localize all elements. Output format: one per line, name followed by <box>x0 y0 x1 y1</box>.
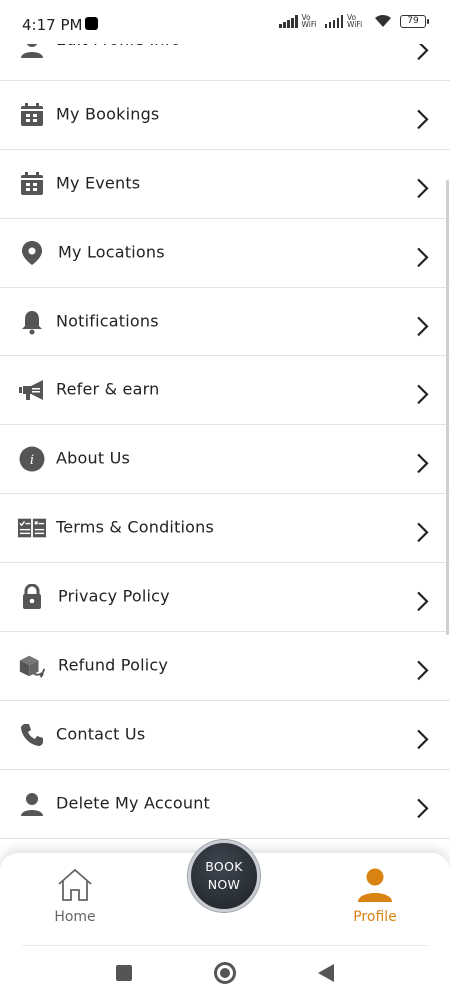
bell-icon <box>18 308 46 336</box>
phone-icon <box>18 721 46 749</box>
menu-item-label: Refund Policy <box>58 655 169 675</box>
chevron-right-icon <box>417 729 429 750</box>
tab-profile-label: Profile <box>353 909 397 925</box>
menu-item-delete-account[interactable]: Delete My Account <box>0 770 450 839</box>
wifi-icon <box>375 14 391 27</box>
scrollbar[interactable] <box>446 180 449 635</box>
system-home-button[interactable] <box>214 962 236 984</box>
menu-item-label: My Locations <box>58 242 165 262</box>
status-bar: 4:17 PM Vo WiFi Vo WiFi 79 <box>0 0 450 44</box>
tab-profile[interactable]: Profile <box>330 867 420 937</box>
book-now-label-line2: NOW <box>207 877 241 892</box>
menu-item-label: Refer & earn <box>56 379 160 399</box>
vowifi-label-1: Vo WiFi <box>301 13 317 29</box>
menu-item-terms[interactable]: Terms & Conditions <box>0 494 450 564</box>
system-back-button[interactable] <box>318 964 334 982</box>
menu-item-privacy-policy[interactable]: Privacy Policy <box>0 563 450 633</box>
menu-item-my-bookings[interactable]: My Bookings <box>0 81 450 150</box>
menu-item-about-us[interactable]: i About Us <box>0 425 450 495</box>
menu-item-label: About Us <box>56 448 131 468</box>
chevron-right-icon <box>417 798 429 818</box>
chevron-right-icon <box>417 109 429 130</box>
calendar-icon <box>18 101 46 129</box>
info-icon: i <box>18 445 46 473</box>
lock-icon <box>18 583 46 611</box>
chevron-right-icon <box>417 453 429 474</box>
svg-text:i: i <box>30 453 34 468</box>
status-indicators: Vo WiFi Vo WiFi 79 <box>279 13 429 29</box>
signal-icon-2 <box>324 14 343 28</box>
chevron-right-icon <box>417 316 429 336</box>
chevron-right-icon <box>417 247 429 267</box>
person-icon <box>18 790 46 818</box>
menu-item-label: Contact Us <box>56 724 146 744</box>
megaphone-icon <box>18 376 46 404</box>
menu-item-label: My Events <box>56 173 141 193</box>
chevron-right-icon <box>417 591 429 612</box>
vowifi-label-2: Vo WiFi <box>347 13 363 29</box>
signal-icon <box>279 14 298 28</box>
home-icon <box>58 868 92 901</box>
menu-item-contact-us[interactable]: Contact Us <box>0 701 450 770</box>
recent-apps-button[interactable] <box>116 965 132 981</box>
nav-divider <box>22 945 428 946</box>
refund-box-icon <box>18 652 46 680</box>
menu-item-label: My Bookings <box>56 104 160 124</box>
location-pin-icon <box>18 239 46 267</box>
chevron-right-icon <box>417 522 429 543</box>
chevron-right-icon <box>417 385 429 405</box>
tab-home[interactable]: Home <box>30 867 120 937</box>
menu-item-my-locations[interactable]: My Locations <box>0 219 450 288</box>
book-now-label-line1: BOOK <box>205 859 243 874</box>
menu-item-refund-policy[interactable]: Refund Policy <box>0 632 450 701</box>
menu-item-label: Privacy Policy <box>58 586 170 606</box>
menu-item-label: Terms & Conditions <box>56 517 215 537</box>
chevron-right-icon <box>417 178 429 198</box>
menu-item-label: Notifications <box>56 311 159 331</box>
tab-home-label: Home <box>54 909 96 925</box>
profile-icon <box>358 868 392 902</box>
checklist-icon <box>18 514 46 542</box>
calendar-icon <box>18 170 46 198</box>
profile-menu: Edit Profile Info My Bookings My Events … <box>0 12 450 839</box>
menu-item-label: Delete My Account <box>56 793 211 813</box>
battery-icon: 79 <box>400 14 429 28</box>
book-now-button[interactable]: BOOK NOW <box>188 840 260 912</box>
menu-item-refer-earn[interactable]: Refer & earn <box>0 356 450 426</box>
menu-item-my-events[interactable]: My Events <box>0 150 450 219</box>
chevron-right-icon <box>417 660 429 681</box>
notification-dot-icon <box>85 17 98 30</box>
status-time: 4:17 PM <box>22 16 83 34</box>
menu-item-notifications[interactable]: Notifications <box>0 288 450 357</box>
